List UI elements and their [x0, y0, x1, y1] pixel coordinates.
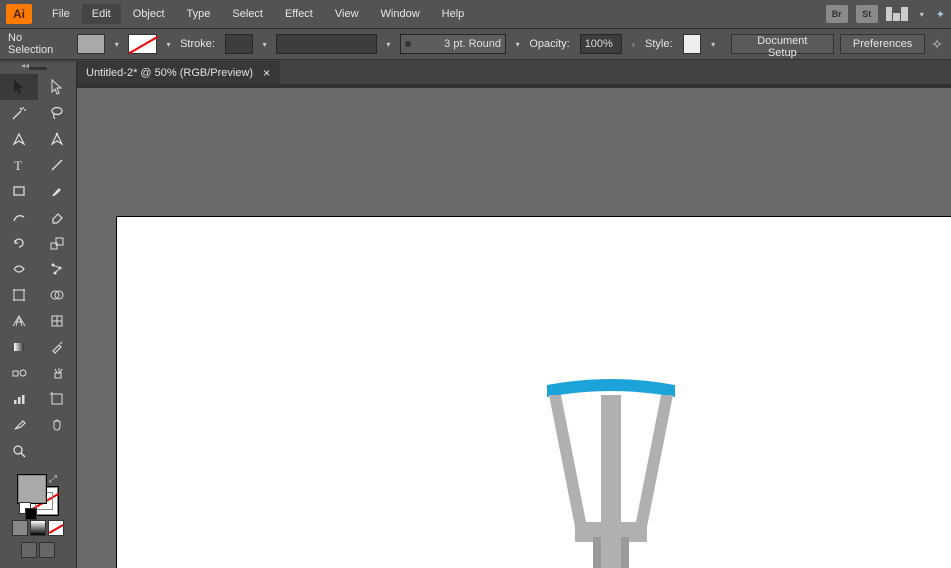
menu-edit[interactable]: Edit	[82, 4, 121, 24]
eraser-tool[interactable]	[38, 204, 76, 230]
opacity-label: Opacity:	[529, 38, 569, 50]
menu-help[interactable]: Help	[432, 4, 475, 24]
close-tab-icon[interactable]: ×	[263, 66, 270, 80]
stroke-swatch[interactable]	[128, 34, 156, 54]
artboard[interactable]	[116, 216, 951, 568]
scale-tool[interactable]	[38, 230, 76, 256]
paintbrush-tool[interactable]	[38, 178, 76, 204]
default-fill-stroke-icon-2	[25, 508, 37, 520]
document-tab-title: Untitled-2* @ 50% (RGB/Preview)	[86, 67, 253, 79]
canvas-area[interactable]	[76, 88, 951, 568]
stroke-label: Stroke:	[180, 38, 215, 50]
slice-tool[interactable]	[0, 412, 38, 438]
type-tool[interactable]: T	[0, 152, 38, 178]
direct-selection-tool[interactable]	[38, 74, 76, 100]
menu-object[interactable]: Object	[123, 4, 175, 24]
none-mode-icon[interactable]	[48, 520, 64, 536]
opacity-dropdown-icon[interactable]: ›	[628, 36, 639, 52]
arrange-documents-icon[interactable]	[886, 7, 908, 21]
menu-bar: Ai File Edit Object Type Select Effect V…	[0, 0, 951, 28]
perspective-grid-tool[interactable]	[0, 308, 38, 334]
color-mode-icon[interactable]	[12, 520, 28, 536]
opacity-input[interactable]	[580, 34, 622, 54]
fill-swatch[interactable]	[77, 34, 105, 54]
eyedropper-tool[interactable]	[38, 334, 76, 360]
pen-tool[interactable]	[0, 126, 38, 152]
arrange-dropdown-icon[interactable]: ▾	[916, 6, 928, 22]
curvature-tool[interactable]	[38, 126, 76, 152]
brush-dot-icon	[405, 41, 411, 47]
align-pixel-grid-icon[interactable]: ✧	[931, 36, 943, 53]
column-graph-tool[interactable]	[0, 386, 38, 412]
menu-file[interactable]: File	[42, 4, 80, 24]
width-tool[interactable]	[0, 256, 38, 282]
hand-tool[interactable]	[38, 412, 76, 438]
style-dropdown-icon[interactable]: ▾	[707, 36, 718, 52]
rotate-tool[interactable]	[0, 230, 38, 256]
menu-window[interactable]: Window	[371, 4, 430, 24]
shape-builder-tool[interactable]	[38, 282, 76, 308]
shaper-tool[interactable]	[0, 204, 38, 230]
preferences-button[interactable]: Preferences	[840, 34, 925, 54]
symbol-sprayer-tool[interactable]	[38, 360, 76, 386]
artboard-tool[interactable]	[38, 386, 76, 412]
gradient-tool[interactable]	[0, 334, 38, 360]
lasso-tool[interactable]	[38, 100, 76, 126]
menu-select[interactable]: Select	[222, 4, 273, 24]
svg-text:T: T	[14, 158, 22, 173]
menu-view[interactable]: View	[325, 4, 369, 24]
app-logo: Ai	[6, 4, 32, 24]
selection-status: No Selection	[8, 32, 67, 56]
artwork-crutch[interactable]	[541, 377, 681, 568]
tools-panel: T ⤢	[0, 62, 77, 568]
color-controls: ⤢	[0, 464, 76, 564]
bridge-badge-icon[interactable]: Br	[826, 5, 848, 23]
fill-dropdown-icon[interactable]: ▾	[111, 36, 122, 52]
puppet-warp-tool[interactable]	[38, 256, 76, 282]
stroke-weight-dropdown-icon[interactable]: ▾	[259, 36, 270, 52]
full-screen-icon[interactable]	[39, 542, 55, 558]
document-setup-button[interactable]: Document Setup	[731, 34, 834, 54]
gradient-mode-icon[interactable]	[30, 520, 46, 536]
magic-wand-tool[interactable]	[0, 100, 38, 126]
tools-grip[interactable]	[0, 62, 76, 74]
menu-type[interactable]: Type	[177, 4, 221, 24]
gpu-preview-icon[interactable]: ✦	[936, 8, 945, 21]
control-bar: No Selection ▾ ▾ Stroke: ▾ ▾ 3 pt. Round…	[0, 28, 951, 60]
mesh-tool[interactable]	[38, 308, 76, 334]
stroke-dropdown-icon[interactable]: ▾	[163, 36, 174, 52]
free-transform-tool[interactable]	[0, 282, 38, 308]
rectangle-tool[interactable]	[0, 178, 38, 204]
variable-width-profile[interactable]	[276, 34, 376, 54]
selection-tool[interactable]	[0, 74, 38, 100]
fill-color-icon[interactable]	[17, 474, 47, 504]
zoom-tool[interactable]	[0, 438, 38, 464]
document-tab[interactable]: Untitled-2* @ 50% (RGB/Preview) ×	[76, 61, 280, 84]
swap-fill-stroke-icon[interactable]: ⤢	[49, 474, 57, 485]
menu-effect[interactable]: Effect	[275, 4, 323, 24]
vw-dropdown-icon[interactable]: ▾	[383, 36, 394, 52]
brush-dropdown-icon[interactable]: ▾	[512, 36, 523, 52]
stock-badge-icon[interactable]: St	[856, 5, 878, 23]
document-tab-strip: Untitled-2* @ 50% (RGB/Preview) ×	[0, 60, 951, 84]
blend-tool[interactable]	[0, 360, 38, 386]
stroke-weight-input[interactable]	[225, 34, 253, 54]
normal-screen-icon[interactable]	[21, 542, 37, 558]
brush-definition[interactable]: 3 pt. Round	[444, 38, 501, 50]
style-swatch[interactable]	[683, 34, 702, 54]
style-label: Style:	[645, 38, 673, 50]
line-segment-tool[interactable]	[38, 152, 76, 178]
